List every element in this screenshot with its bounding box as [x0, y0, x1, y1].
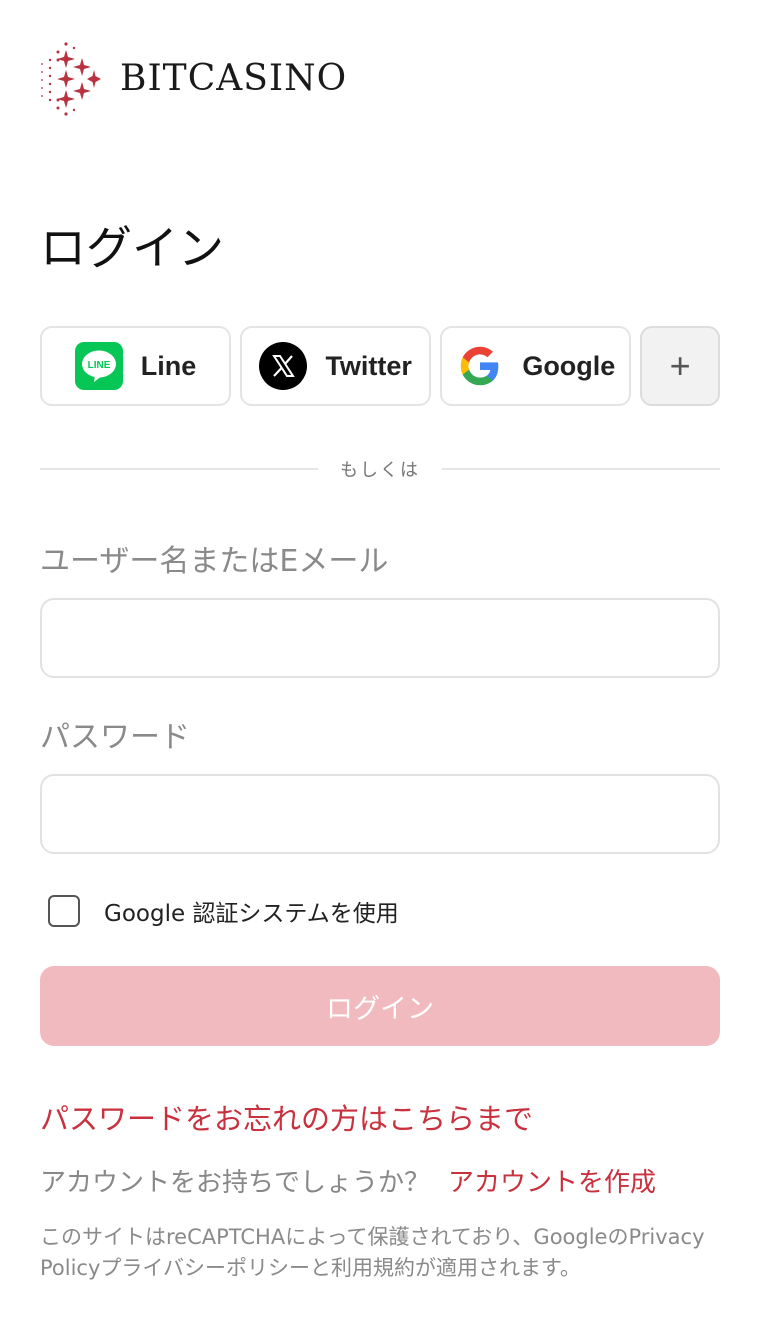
username-label: ユーザー名またはEメール	[40, 544, 389, 579]
twitter-login-button[interactable]: Twitter	[240, 326, 432, 406]
create-account-link[interactable]: アカウントを作成	[448, 1168, 656, 1198]
google-login-button[interactable]: Google	[440, 326, 632, 406]
password-input[interactable]	[40, 774, 720, 854]
divider-text: もしくは	[340, 460, 420, 481]
or-divider: もしくは	[40, 452, 720, 486]
authenticator-option[interactable]: Google 認証システムを使用	[48, 894, 399, 928]
x-twitter-icon	[259, 342, 308, 390]
line-icon: LINE	[74, 342, 123, 390]
plus-icon: +	[669, 345, 691, 386]
google-icon	[456, 342, 504, 390]
social-login-row: LINE Line Twitter Google +	[40, 326, 721, 406]
signup-row: アカウントをお持ちでしょうか？ アカウントを作成	[40, 1162, 656, 1199]
brand-name: BITCASINO	[120, 57, 348, 99]
signup-prompt: アカウントをお持ちでしょうか？	[40, 1168, 431, 1198]
forgot-password-link[interactable]: パスワードをお忘れの方はこちらまで	[40, 1096, 533, 1138]
svg-text:LINE: LINE	[87, 360, 110, 371]
more-login-options-button[interactable]: +	[640, 326, 721, 406]
bitcasino-logo-icon	[41, 42, 101, 116]
login-button[interactable]: ログイン	[40, 966, 720, 1046]
page-title: ログイン	[40, 221, 224, 275]
authenticator-checkbox[interactable]	[48, 895, 80, 927]
username-input[interactable]	[40, 598, 720, 678]
line-login-label: Line	[140, 350, 197, 381]
divider-line-left	[40, 468, 318, 470]
google-login-label: Google	[522, 350, 616, 381]
twitter-login-label: Twitter	[325, 350, 412, 381]
password-label: パスワード	[40, 720, 190, 755]
authenticator-label: Google 認証システムを使用	[104, 901, 399, 927]
line-login-button[interactable]: LINE Line	[40, 326, 232, 406]
recaptcha-notice: このサイトはreCAPTCHAによって保護されており、GoogleのPrivac…	[40, 1225, 705, 1280]
divider-line-right	[442, 468, 720, 470]
brand-logo[interactable]: BITCASINO	[40, 40, 347, 116]
